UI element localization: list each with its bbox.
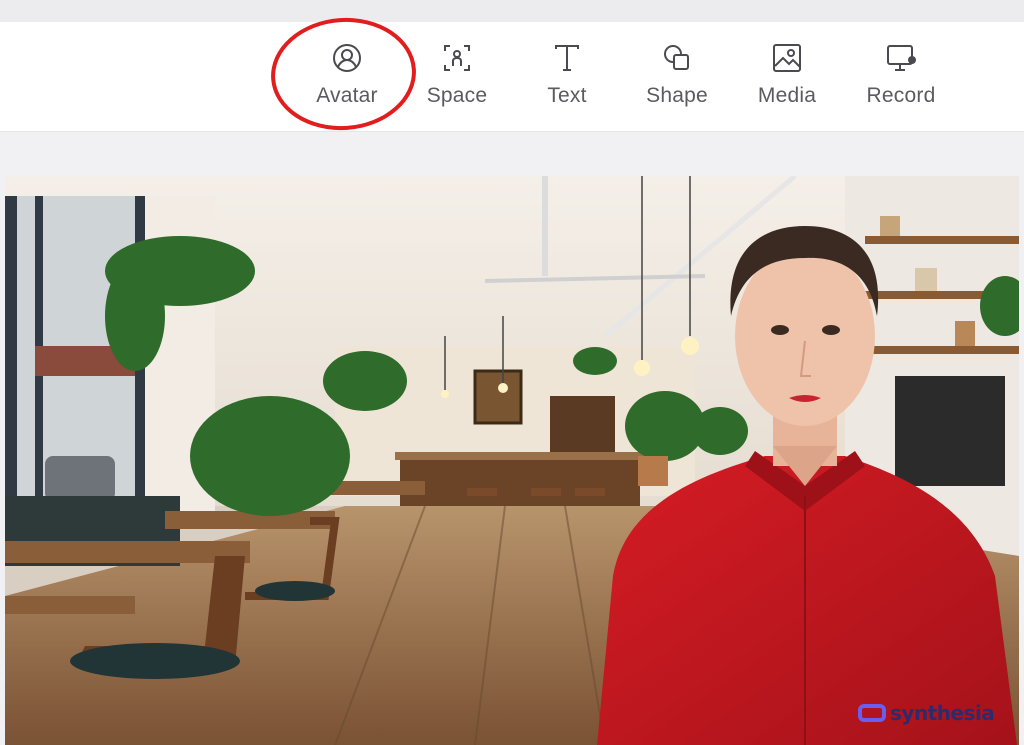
avatar-icon xyxy=(333,44,361,72)
shape-button[interactable]: Shape xyxy=(630,38,724,118)
text-label: Text xyxy=(547,84,587,107)
space-icon xyxy=(444,45,470,71)
watermark: synthesia xyxy=(858,701,995,725)
video-canvas[interactable]: synthesia xyxy=(5,176,1019,745)
record-label: Record xyxy=(866,84,936,107)
app-window: Avatar Space Text Shape Media Record syn… xyxy=(0,0,1024,745)
text-button[interactable]: Text xyxy=(520,38,614,118)
space-button[interactable]: Space xyxy=(410,38,504,118)
shape-icon xyxy=(664,45,689,70)
media-button[interactable]: Media xyxy=(740,38,834,118)
space-label: Space xyxy=(426,84,488,107)
synthesia-logo-icon xyxy=(858,704,886,722)
shape-label: Shape xyxy=(646,84,708,107)
media-icon xyxy=(773,44,801,72)
media-label: Media xyxy=(757,84,817,107)
text-icon xyxy=(555,45,579,71)
record-icon xyxy=(887,45,916,71)
record-button[interactable]: Record xyxy=(854,38,948,118)
top-strip xyxy=(0,0,1024,22)
avatar-label: Avatar xyxy=(316,84,378,107)
cafe-scene xyxy=(5,176,1019,745)
watermark-text: synthesia xyxy=(890,701,995,725)
avatar-button[interactable]: Avatar xyxy=(300,38,394,118)
insert-toolbar: Avatar Space Text Shape Media Record xyxy=(0,22,1024,132)
